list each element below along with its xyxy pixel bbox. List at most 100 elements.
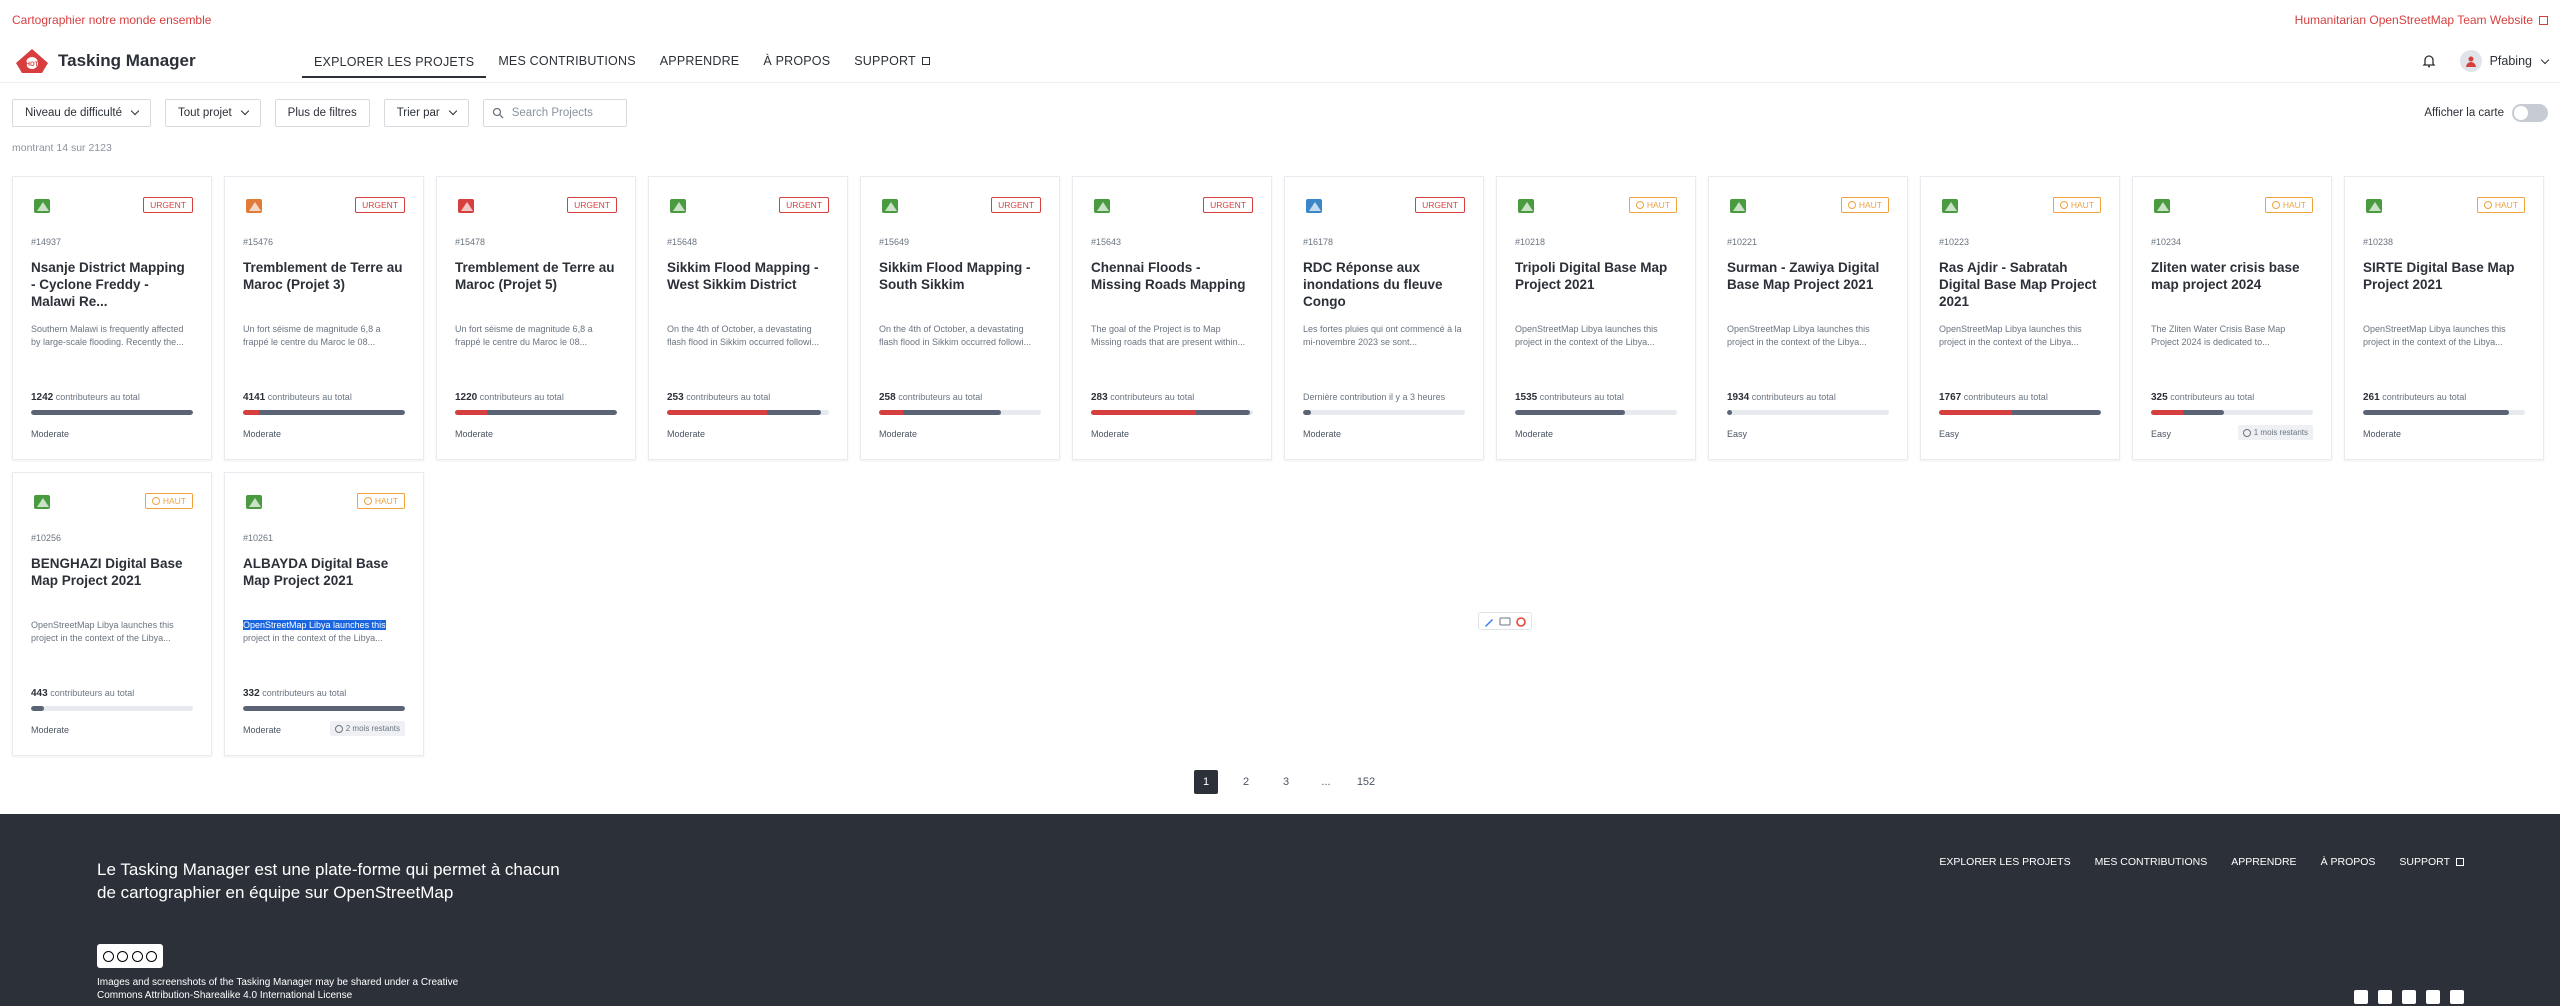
project-description: On the 4th of October, a devastating fla… bbox=[879, 323, 1041, 349]
difficulty-filter[interactable]: Niveau de difficulté bbox=[12, 98, 151, 127]
project-card[interactable]: HAUT #10221 Surman - Zawiya Digital Base… bbox=[1708, 176, 1908, 460]
sort-label: Trier par bbox=[396, 106, 440, 119]
bell-icon[interactable] bbox=[2422, 54, 2436, 68]
project-title[interactable]: Nsanje District Mapping - Cyclone Freddy… bbox=[31, 259, 193, 311]
youtube-icon[interactable] bbox=[2402, 990, 2416, 1004]
hot-website-link[interactable]: Humanitarian OpenStreetMap Team Website bbox=[2295, 13, 2548, 27]
github-icon[interactable] bbox=[2450, 990, 2464, 1004]
project-title[interactable]: Tripoli Digital Base Map Project 2021 bbox=[1515, 259, 1677, 311]
project-card[interactable]: URGENT #15478 Tremblement de Terre au Ma… bbox=[436, 176, 636, 460]
tagline-link[interactable]: Cartographier notre monde ensemble bbox=[12, 13, 211, 27]
contributors-count: 261 bbox=[2363, 392, 2380, 403]
search-input[interactable]: Search Projects bbox=[482, 98, 627, 127]
contributors-label: contributeurs au total bbox=[1751, 392, 1836, 402]
page-button[interactable]: 1 bbox=[1194, 770, 1218, 794]
toggle-switch[interactable] bbox=[2512, 103, 2548, 122]
map-toggle[interactable]: Afficher la carte bbox=[2424, 103, 2548, 122]
organisation-logo bbox=[2154, 199, 2170, 213]
project-title[interactable]: Ras Ajdir - Sabratah Digital Base Map Pr… bbox=[1939, 259, 2101, 311]
nav-link-0[interactable]: EXPLORER LES PROJETS bbox=[302, 44, 487, 78]
twitter-icon[interactable] bbox=[2354, 990, 2368, 1004]
svg-text:HOT: HOT bbox=[26, 62, 39, 68]
project-title[interactable]: Chennai Floods - Missing Roads Mapping bbox=[1091, 259, 1253, 311]
more-filters-button[interactable]: Plus de filtres bbox=[274, 98, 370, 127]
logo[interactable]: HOT Tasking Manager bbox=[12, 45, 302, 77]
project-type-filter[interactable]: Tout projet bbox=[164, 98, 261, 127]
validated-progress bbox=[455, 410, 488, 415]
project-title[interactable]: Sikkim Flood Mapping - South Sikkim bbox=[879, 259, 1041, 311]
comment-icon[interactable] bbox=[1498, 615, 1512, 627]
description-text: The goal of the Project is to Map Missin… bbox=[1091, 324, 1246, 347]
mapped-progress bbox=[1515, 410, 1626, 415]
priority-label: URGENT bbox=[150, 200, 186, 210]
days-left-badge: 1 mois restants bbox=[2237, 425, 2313, 440]
difficulty-label: Moderate bbox=[31, 429, 70, 439]
project-title[interactable]: SIRTE Digital Base Map Project 2021 bbox=[2363, 259, 2525, 311]
project-id: #10238 bbox=[2363, 237, 2394, 247]
project-title[interactable]: Tremblement de Terre au Maroc (Projet 3) bbox=[243, 259, 405, 311]
footer-link-label: EXPLORER LES PROJETS bbox=[1939, 856, 2071, 868]
project-title[interactable]: RDC Réponse aux inondations du fleuve Co… bbox=[1303, 259, 1465, 311]
project-card[interactable]: HAUT #10238 SIRTE Digital Base Map Proje… bbox=[2344, 176, 2544, 460]
project-title[interactable]: Surman - Zawiya Digital Base Map Project… bbox=[1727, 259, 1889, 311]
project-card[interactable]: URGENT #14937 Nsanje District Mapping - … bbox=[12, 176, 212, 460]
project-title[interactable]: ALBAYDA Digital Base Map Project 2021 bbox=[243, 555, 405, 607]
project-card[interactable]: HAUT #10256 BENGHAZI Digital Base Map Pr… bbox=[12, 472, 212, 756]
contributors: 1220 contributeurs au total bbox=[455, 392, 564, 403]
days-left-label: 1 mois restants bbox=[2253, 428, 2308, 437]
footer-links: EXPLORER LES PROJETS MES CONTRIBUTIONS APP… bbox=[1939, 856, 2464, 868]
footer-link-4[interactable]: SUPPORT bbox=[2399, 856, 2464, 868]
validated-progress bbox=[1939, 410, 2012, 415]
clock-icon bbox=[2271, 201, 2280, 209]
priority-label: HAUT bbox=[1858, 200, 1882, 210]
nav-link-1[interactable]: MES CONTRIBUTIONS bbox=[486, 44, 647, 78]
priority-label: HAUT bbox=[2070, 200, 2094, 210]
project-card[interactable]: HAUT #10261 ALBAYDA Digital Base Map Pro… bbox=[224, 472, 424, 756]
project-title[interactable]: Zliten water crisis base map project 202… bbox=[2151, 259, 2313, 311]
progress-bar bbox=[1091, 410, 1253, 415]
priority-label: HAUT bbox=[2282, 200, 2306, 210]
project-card[interactable]: HAUT #10218 Tripoli Digital Base Map Pro… bbox=[1496, 176, 1696, 460]
mapped-progress bbox=[2363, 410, 2509, 415]
instagram-icon[interactable] bbox=[2426, 990, 2440, 1004]
page-button[interactable]: 2 bbox=[1234, 770, 1258, 794]
footer-link-0[interactable]: EXPLORER LES PROJETS bbox=[1939, 856, 2070, 868]
page-button[interactable]: 152 bbox=[1354, 770, 1378, 794]
contributors: Dernière contribution il y a 3 heures bbox=[1303, 392, 1445, 402]
floating-toolbar[interactable] bbox=[1478, 612, 1532, 630]
project-card[interactable]: URGENT #15648 Sikkim Flood Mapping - Wes… bbox=[648, 176, 848, 460]
description-text: On the 4th of October, a devastating fla… bbox=[667, 324, 820, 347]
facebook-icon[interactable] bbox=[2378, 990, 2392, 1004]
priority-badge: URGENT bbox=[567, 197, 617, 213]
project-id: #10218 bbox=[1515, 237, 1546, 247]
nav-link-4[interactable]: SUPPORT bbox=[842, 44, 942, 78]
project-card[interactable]: HAUT #10234 Zliten water crisis base map… bbox=[2132, 176, 2332, 460]
contributors-label: contributeurs au total bbox=[479, 392, 564, 402]
project-card[interactable]: URGENT #15649 Sikkim Flood Mapping - Sou… bbox=[860, 176, 1060, 460]
project-description: OpenStreetMap Libya launches this projec… bbox=[1727, 323, 1889, 349]
pencil-icon[interactable] bbox=[1482, 615, 1496, 627]
project-card[interactable]: URGENT #16178 RDC Réponse aux inondation… bbox=[1284, 176, 1484, 460]
organisation-logo bbox=[34, 199, 50, 213]
google-icon[interactable] bbox=[1514, 615, 1528, 627]
mapped-progress bbox=[243, 410, 405, 415]
project-title[interactable]: Tremblement de Terre au Maroc (Projet 5) bbox=[455, 259, 617, 311]
sort-dropdown[interactable]: Trier par bbox=[383, 98, 469, 127]
project-description: OpenStreetMap Libya launches this projec… bbox=[31, 619, 193, 645]
footer-link-3[interactable]: À PROPOS bbox=[2321, 856, 2376, 868]
user-menu[interactable]: Pfabing bbox=[2459, 50, 2550, 72]
external-link-icon bbox=[2539, 16, 2548, 26]
footer-link-2[interactable]: APPRENDRE bbox=[2231, 856, 2296, 868]
project-card[interactable]: URGENT #15643 Chennai Floods - Missing R… bbox=[1072, 176, 1272, 460]
footer-link-label: SUPPORT bbox=[2399, 856, 2450, 868]
nav-link-2[interactable]: APPRENDRE bbox=[648, 44, 752, 78]
description-rest: project in the context of the Libya... bbox=[243, 633, 383, 643]
creative-commons-logo[interactable] bbox=[97, 944, 163, 968]
project-card[interactable]: HAUT #10223 Ras Ajdir - Sabratah Digital… bbox=[1920, 176, 2120, 460]
nav-link-3[interactable]: À PROPOS bbox=[751, 44, 842, 78]
footer-link-1[interactable]: MES CONTRIBUTIONS bbox=[2095, 856, 2208, 868]
page-button[interactable]: 3 bbox=[1274, 770, 1298, 794]
project-title[interactable]: BENGHAZI Digital Base Map Project 2021 bbox=[31, 555, 193, 607]
project-title[interactable]: Sikkim Flood Mapping - West Sikkim Distr… bbox=[667, 259, 829, 311]
project-card[interactable]: URGENT #15476 Tremblement de Terre au Ma… bbox=[224, 176, 424, 460]
